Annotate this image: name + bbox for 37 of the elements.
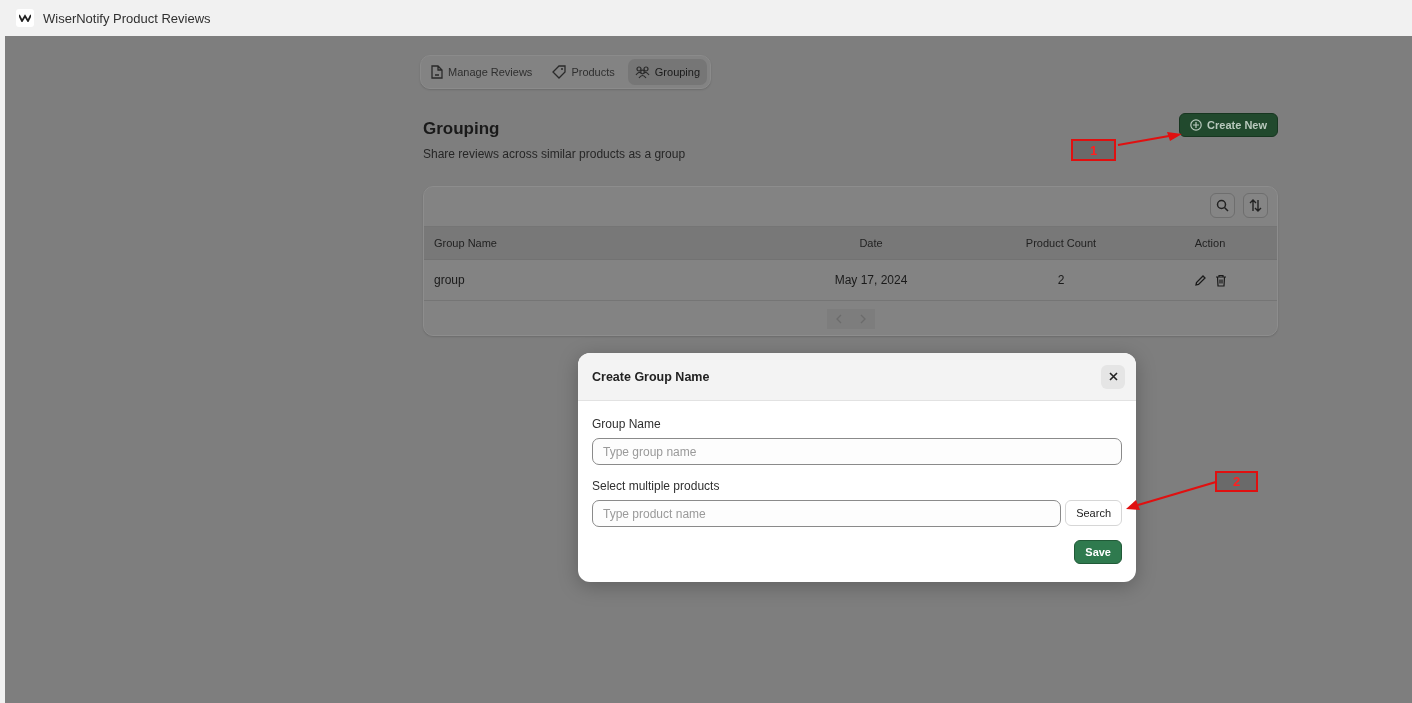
tab[interactable]: Manage Reviews: [424, 59, 540, 85]
table-cell: 2: [1057, 273, 1065, 287]
app-logo-icon: [16, 9, 34, 27]
annotation-arrow: [1117, 132, 1183, 148]
page-subtitle: Share reviews across similar products as a group: [423, 147, 686, 161]
column-header: Group Name: [433, 237, 497, 249]
save-button[interactable]: Save: [1074, 540, 1122, 564]
tab[interactable]: Grouping: [627, 59, 708, 85]
column-header: Product Count: [1025, 237, 1097, 249]
search-button[interactable]: [1210, 193, 1235, 218]
sort-icon: [1249, 199, 1262, 212]
annotation-label: 2: [1215, 471, 1258, 492]
people-icon: [634, 65, 650, 79]
search-button[interactable]: Search: [1065, 500, 1122, 526]
tab[interactable]: Products: [545, 59, 622, 85]
search-icon: [1216, 199, 1229, 212]
create-new-button[interactable]: Create New: [1179, 113, 1278, 137]
column-header: Date: [859, 237, 883, 249]
field-label: Group Name: [592, 417, 662, 431]
sort-button[interactable]: [1243, 193, 1268, 218]
column-header: Action: [1194, 237, 1226, 249]
table-cell: May 17, 2024: [834, 273, 908, 287]
field-label: Select multiple products: [592, 479, 721, 493]
trash-icon[interactable]: [1214, 273, 1227, 287]
close-button[interactable]: [1101, 364, 1125, 389]
dialog-title: Create Group Name: [592, 369, 710, 384]
document-icon: [431, 65, 443, 79]
close-icon: [1108, 372, 1118, 381]
annotation-label: 1: [1071, 139, 1116, 161]
tag-icon: [552, 65, 567, 79]
plus-circle-icon: [1190, 119, 1203, 131]
input-field[interactable]: Type product name: [592, 500, 1062, 527]
app-title: WiserNotify Product Reviews: [43, 10, 211, 26]
input-field[interactable]: Type group name: [592, 438, 1122, 465]
table-cell-text: group: [433, 273, 465, 287]
page-title: Grouping: [423, 119, 501, 139]
edit-icon[interactable]: [1193, 273, 1207, 287]
